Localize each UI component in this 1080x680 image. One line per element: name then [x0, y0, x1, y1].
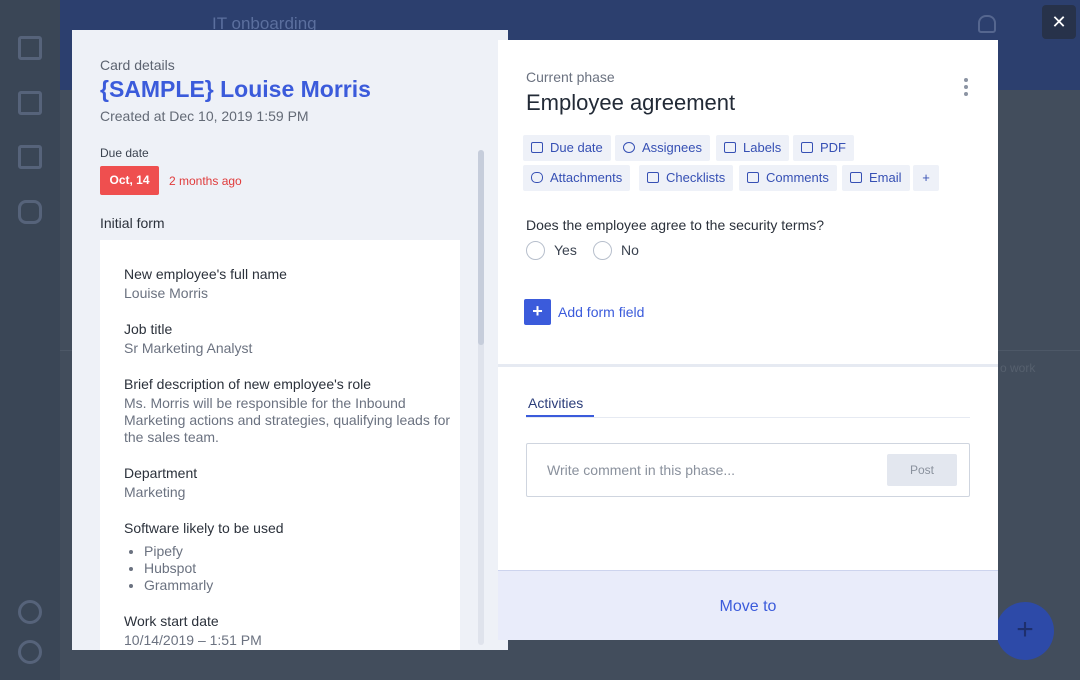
attachments-button[interactable]: Attachments — [523, 165, 631, 191]
list-item: Pipefy — [144, 543, 460, 560]
field-value: Ms. Morris will be responsible for the I… — [124, 395, 451, 445]
field-label: New employee's full name — [124, 266, 287, 282]
due-date-badge[interactable]: Oct, 14 — [100, 166, 159, 195]
calendar-icon — [531, 142, 543, 153]
field-value: Marketing — [124, 484, 186, 500]
assignees-button[interactable]: Assignees — [615, 135, 710, 161]
action-label: Due date — [550, 140, 603, 155]
form-field: Department Marketing — [124, 465, 460, 501]
bg-hint-text: o work — [1000, 361, 1036, 375]
pdf-button[interactable]: PDF — [793, 135, 854, 161]
labels-button[interactable]: Labels — [716, 135, 790, 161]
form-field: Job title Sr Marketing Analyst — [124, 321, 460, 357]
chat-icon[interactable] — [18, 640, 42, 664]
question-label: Does the employee agree to the security … — [526, 217, 825, 233]
scrollbar-thumb[interactable] — [478, 150, 484, 345]
action-label: PDF — [820, 140, 846, 155]
due-date-button[interactable]: Due date — [523, 135, 611, 161]
users-icon — [623, 142, 635, 153]
move-to-label: Move to — [719, 598, 777, 615]
tag-icon — [724, 142, 736, 153]
phase-panel: Current phase Employee agreement Due dat… — [498, 40, 998, 640]
radio-yes-label[interactable]: Yes — [554, 242, 577, 258]
field-label: Brief description of new employee's role — [124, 376, 372, 392]
section-divider — [498, 364, 998, 367]
radio-yes[interactable] — [526, 241, 545, 260]
file-icon — [801, 142, 813, 153]
field-label: Department — [124, 465, 198, 481]
comment-placeholder: Write comment in this phase... — [547, 462, 736, 478]
checklists-button[interactable]: Checklists — [639, 165, 734, 191]
initial-form-label: Initial form — [100, 215, 165, 231]
more-options-icon[interactable] — [964, 78, 970, 99]
action-label: Attachments — [550, 170, 623, 185]
action-label: Email — [869, 170, 902, 185]
app-sidebar — [0, 0, 60, 680]
paperclip-icon — [531, 172, 543, 183]
bot-icon[interactable] — [18, 200, 42, 224]
field-label: Work start date — [124, 613, 219, 629]
field-label: Software likely to be used — [124, 520, 284, 536]
action-label: Labels — [743, 140, 782, 155]
phase-title: Employee agreement — [526, 90, 736, 115]
field-value: Louise Morris — [124, 285, 209, 301]
add-form-field-button[interactable]: + — [524, 299, 551, 325]
more-actions-button[interactable]: + — [913, 165, 939, 191]
form-field: Brief description of new employee's role… — [124, 376, 460, 446]
action-label: Assignees — [642, 140, 702, 155]
move-to-button[interactable]: Move to — [498, 570, 998, 640]
radio-no-label[interactable]: No — [621, 242, 639, 258]
tab-active-indicator — [526, 415, 594, 417]
section-label: Card details — [100, 57, 175, 73]
tab-divider — [526, 417, 970, 418]
mail-icon — [850, 172, 862, 183]
list-icon[interactable] — [18, 91, 42, 115]
table-icon[interactable] — [18, 145, 42, 169]
tab-activities[interactable]: Activities — [528, 395, 583, 411]
field-label: Job title — [124, 321, 173, 337]
fab-add-button[interactable]: + — [996, 602, 1054, 660]
card-details-panel: Card details {SAMPLE} Louise Morris Crea… — [72, 30, 508, 650]
comment-input[interactable]: Write comment in this phase... Post — [526, 443, 970, 497]
field-value: 10/14/2019 – 1:51 PM — [124, 632, 262, 648]
post-button[interactable]: Post — [887, 454, 957, 486]
bell-icon[interactable] — [978, 15, 996, 33]
form-field: New employee's full name Louise Morris — [124, 266, 460, 302]
list-item: Grammarly — [144, 577, 460, 594]
action-label: Checklists — [666, 170, 726, 185]
comments-button[interactable]: Comments — [739, 165, 837, 191]
created-date: Created at Dec 10, 2019 1:59 PM — [100, 108, 309, 124]
initial-form: New employee's full name Louise Morris J… — [100, 240, 460, 650]
comment-icon — [747, 172, 759, 183]
form-field: Software likely to be used Pipefy Hubspo… — [124, 520, 460, 594]
close-button[interactable]: ✕ — [1042, 5, 1076, 39]
radio-no[interactable] — [593, 241, 612, 260]
dashboard-icon[interactable] — [18, 36, 42, 60]
email-button[interactable]: Email — [842, 165, 910, 191]
list-item: Hubspot — [144, 560, 460, 577]
due-date-label: Due date — [100, 146, 149, 160]
field-value: Sr Marketing Analyst — [124, 340, 253, 356]
plus-icon: + — [922, 170, 930, 185]
checklist-icon — [647, 172, 659, 183]
add-form-field-label[interactable]: Add form field — [558, 304, 644, 320]
due-relative: 2 months ago — [169, 174, 242, 188]
card-title: {SAMPLE} Louise Morris — [100, 76, 371, 102]
help-icon[interactable] — [18, 600, 42, 624]
software-list: Pipefy Hubspot Grammarly — [144, 543, 460, 594]
phase-label: Current phase — [526, 69, 615, 85]
action-label: Comments — [766, 170, 829, 185]
form-field: Work start date 10/14/2019 – 1:51 PM — [124, 613, 460, 649]
